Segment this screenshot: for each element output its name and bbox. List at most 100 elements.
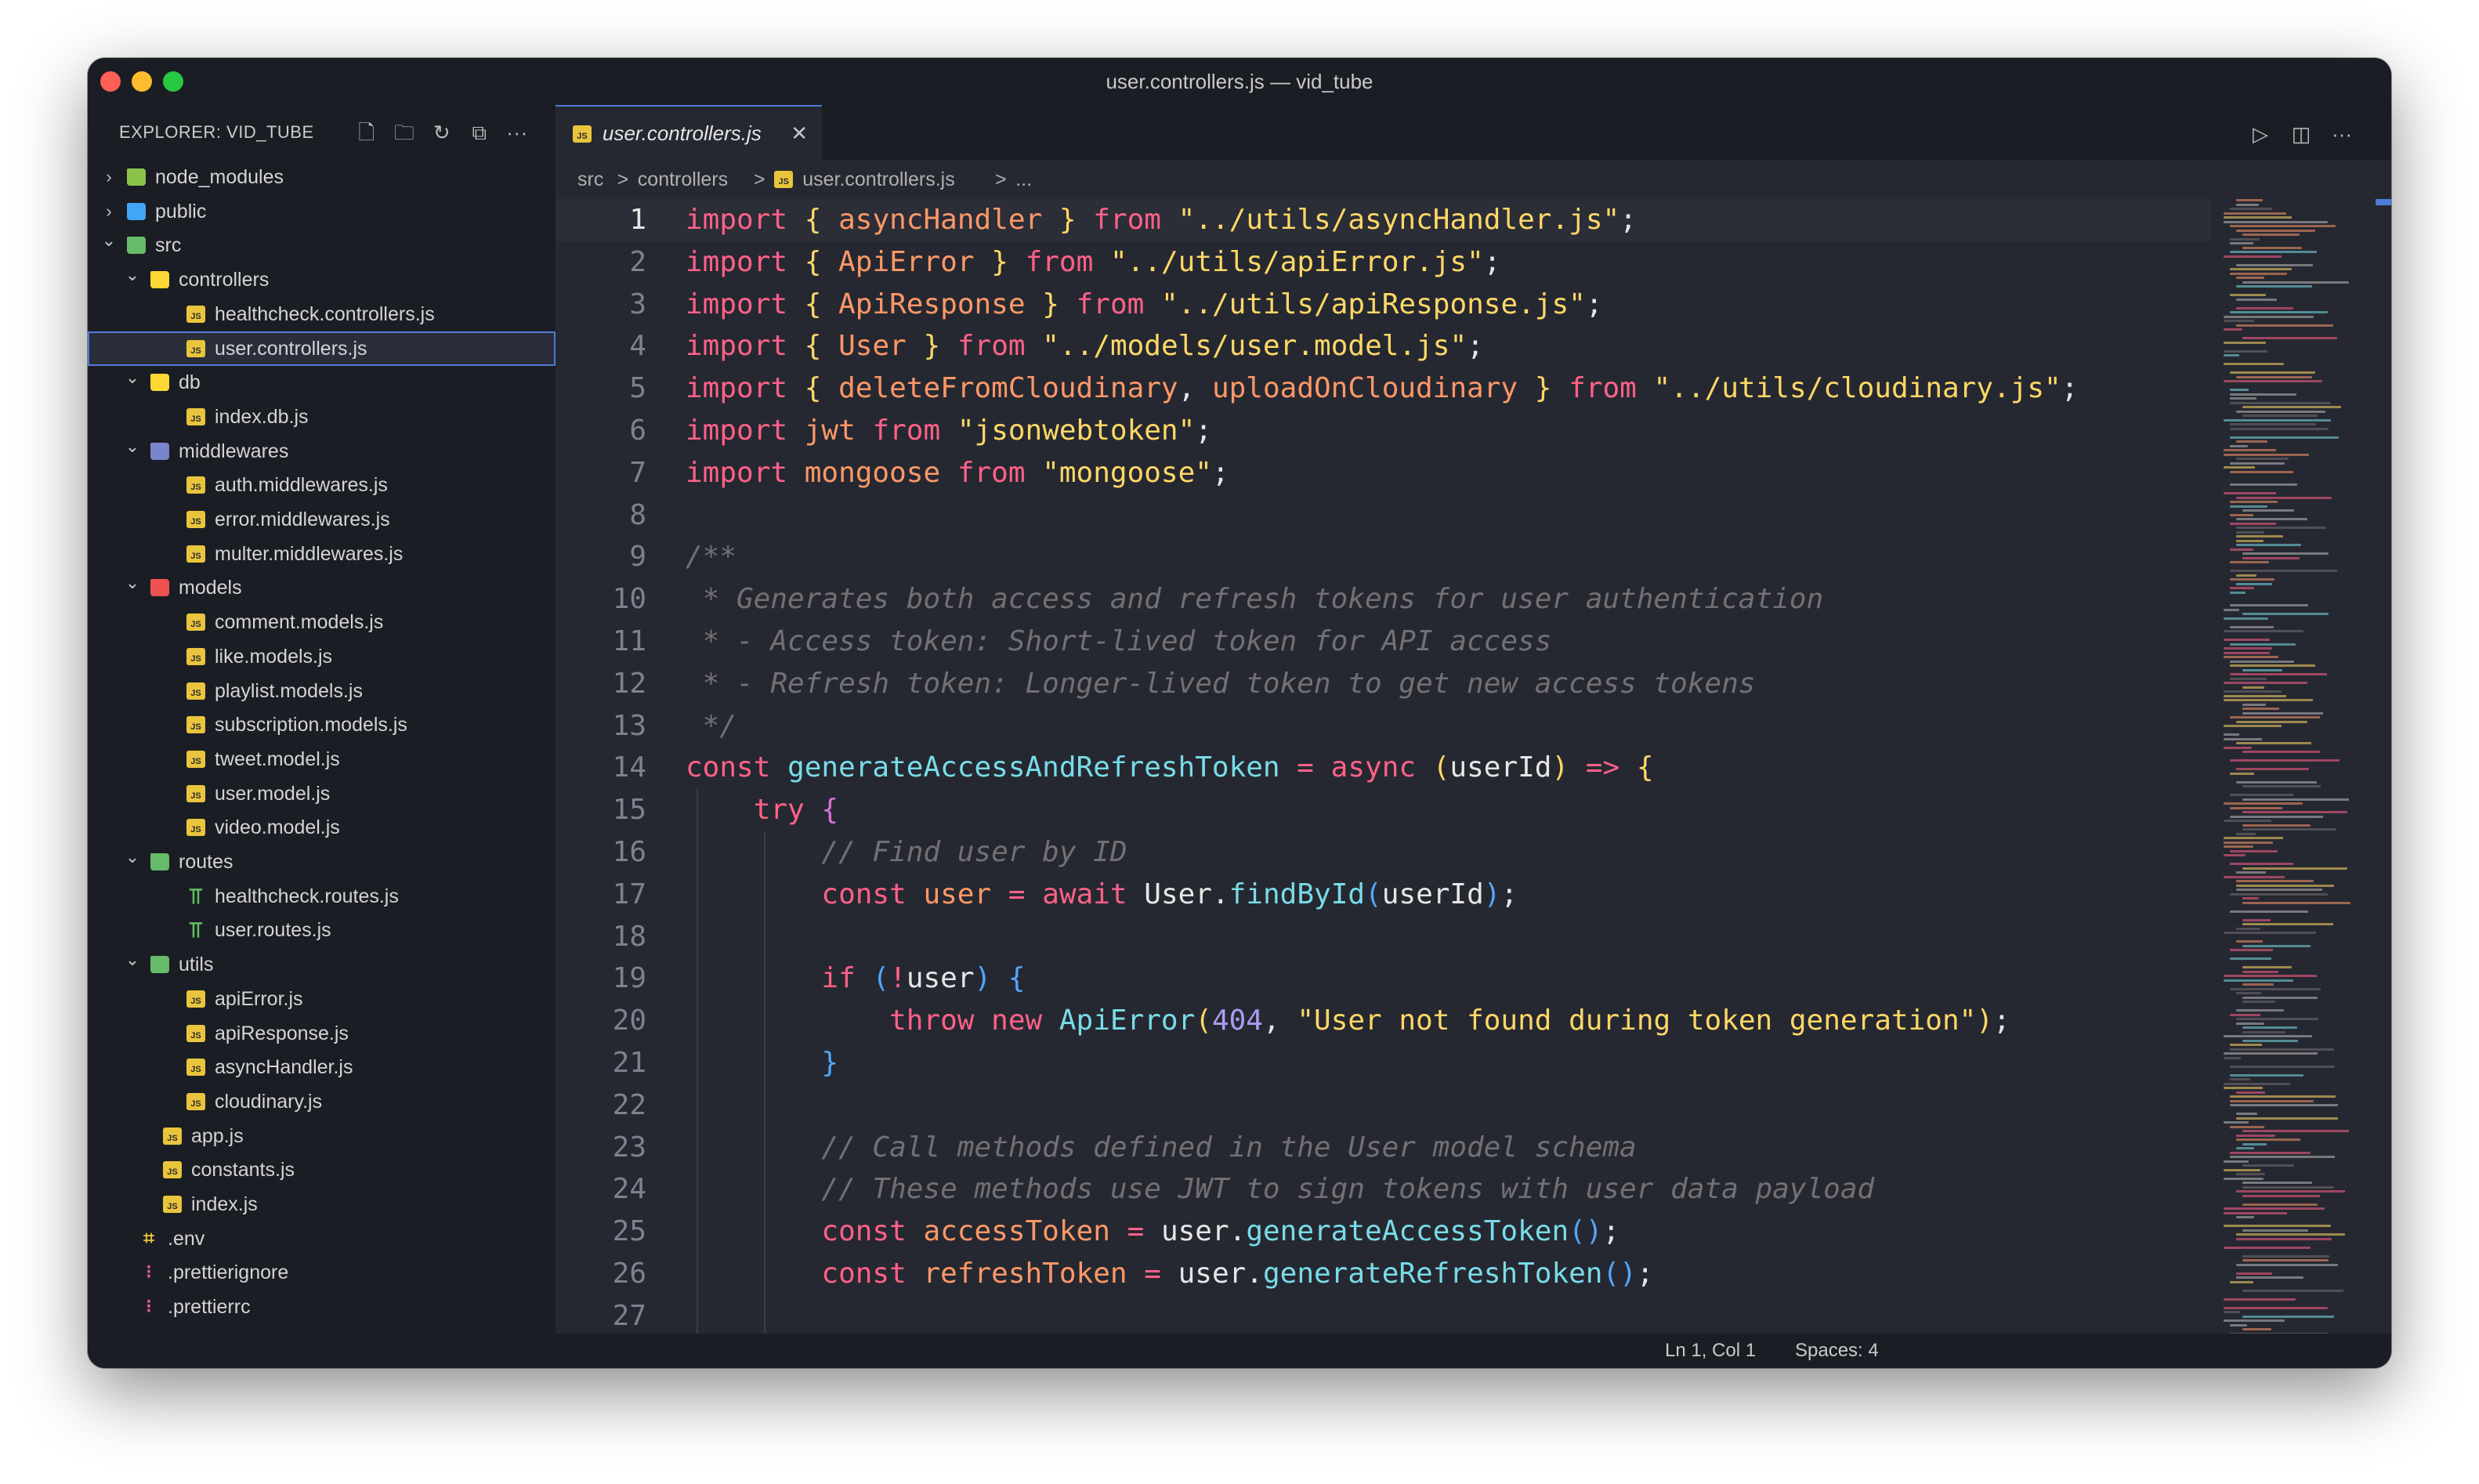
code-line[interactable]: 9 /** — [556, 536, 2211, 578]
more-icon[interactable]: ··· — [2329, 121, 2355, 147]
code-line[interactable]: 20 throw new ApiError(404, "User not fou… — [556, 1000, 2211, 1042]
code-line[interactable]: 14 const generateAccessAndRefreshToken = … — [556, 747, 2211, 789]
minimap-line — [2242, 867, 2348, 870]
code-line[interactable]: 11 * - Access token: Short-lived token f… — [556, 621, 2211, 663]
folder-models[interactable]: ⌄ models — [88, 570, 556, 605]
collapse-all-icon[interactable]: ⧉ — [466, 119, 493, 146]
file-tweet-model-js[interactable]: JS tweet.model.js — [88, 742, 556, 776]
folder-db[interactable]: ⌄ db — [88, 365, 556, 400]
file-constants-js[interactable]: JS constants.js — [88, 1153, 556, 1187]
breadcrumb-item[interactable]: user.controllers.js — [802, 160, 955, 199]
cursor-position[interactable]: Ln 1, Col 1 — [1665, 1334, 1756, 1368]
code-line[interactable]: 17 const user = await User.findById(user… — [556, 874, 2211, 916]
breadcrumb-item[interactable]: src — [577, 160, 603, 199]
minimap-line — [2224, 1121, 2249, 1124]
split-editor-icon[interactable]: ◫ — [2288, 121, 2314, 147]
file-user-controllers-js[interactable]: JS user.controllers.js — [88, 331, 556, 366]
file-healthcheck-controllers-js[interactable]: JS healthcheck.controllers.js — [88, 297, 556, 331]
breadcrumb-item[interactable]: controllers — [638, 160, 728, 199]
new-file-icon[interactable]: 🗋 — [353, 119, 380, 146]
file-env[interactable]: ⌗ .env — [88, 1222, 556, 1256]
code-line[interactable]: 26 const refreshToken = user.generateRef… — [556, 1253, 2211, 1295]
code-line[interactable]: 2 import { ApiError } from "../utils/apiE… — [556, 241, 2211, 284]
code-line[interactable]: 5 import { deleteFromCloudinary, uploadOn… — [556, 367, 2211, 410]
file-subscription-models-js[interactable]: JS subscription.models.js — [88, 708, 556, 742]
code-line[interactable]: 23 // Call methods defined in the User m… — [556, 1127, 2211, 1169]
chevron-down-icon[interactable]: ⌄ — [121, 845, 144, 879]
file-asynchandler-js[interactable]: JS asyncHandler.js — [88, 1050, 556, 1084]
code-line[interactable]: 8 — [556, 494, 2211, 537]
breadcrumb-item[interactable]: ... — [1015, 160, 1032, 199]
file-healthcheck-routes-js[interactable]: ⫪ healthcheck.routes.js — [88, 879, 556, 914]
file-prettierignore[interactable]: ⁝ .prettierignore — [88, 1255, 556, 1290]
file-apierror-js[interactable]: JS apiError.js — [88, 982, 556, 1016]
code-token: ; — [1636, 1258, 1654, 1290]
file-user-routes-js[interactable]: ⫪ user.routes.js — [88, 913, 556, 947]
close-icon[interactable]: ✕ — [791, 107, 808, 160]
code-line[interactable]: 1 import { asyncHandler } from "../utils/… — [556, 199, 2211, 241]
chevron-down-icon[interactable]: ⌄ — [121, 570, 144, 605]
code-line[interactable]: 18 — [556, 916, 2211, 958]
file-auth-middlewares-js[interactable]: JS auth.middlewares.js — [88, 468, 556, 502]
code-token: async — [1330, 751, 1417, 784]
code-line[interactable]: 27 — [556, 1295, 2211, 1334]
zoom-window-button[interactable] — [163, 71, 183, 92]
folder-routes[interactable]: ⌄ routes — [88, 845, 556, 879]
code-line[interactable]: 4 import { User } from "../models/user.mo… — [556, 325, 2211, 367]
code-line[interactable]: 16 // Find user by ID — [556, 831, 2211, 874]
scrollbar-thumb[interactable] — [2376, 199, 2391, 205]
file-prettierrc[interactable]: ⁝ .prettierrc — [88, 1290, 556, 1324]
folder-node-modules[interactable]: › node_modules — [88, 160, 556, 194]
minimap-line — [2242, 966, 2292, 968]
file-multer-middlewares-js[interactable]: JS multer.middlewares.js — [88, 537, 556, 571]
chevron-right-icon[interactable]: › — [97, 194, 121, 229]
code-line[interactable]: 6 import jwt from "jsonwebtoken"; — [556, 410, 2211, 452]
folder-public[interactable]: › public — [88, 194, 556, 229]
minimize-window-button[interactable] — [132, 71, 152, 92]
folder-controllers[interactable]: ⌄ controllers — [88, 262, 556, 297]
code-line[interactable]: 24 // These methods use JWT to sign toke… — [556, 1168, 2211, 1211]
code-line[interactable]: 13 */ — [556, 705, 2211, 747]
chevron-right-icon[interactable]: › — [97, 160, 121, 194]
run-icon[interactable]: ▷ — [2247, 121, 2274, 147]
file-user-model-js[interactable]: JS user.model.js — [88, 776, 556, 811]
new-folder-icon[interactable]: 🗀 — [391, 119, 418, 146]
code-text: // These methods use JWT to sign tokens … — [686, 1168, 1874, 1211]
code-line[interactable]: 19 if (!user) { — [556, 957, 2211, 1000]
more-icon[interactable]: ··· — [504, 119, 530, 146]
file-index-js[interactable]: JS index.js — [88, 1187, 556, 1222]
indentation-setting[interactable]: Spaces: 4 — [1795, 1334, 1879, 1368]
code-token: ApiError — [1059, 1004, 1196, 1037]
code-line[interactable]: 22 — [556, 1084, 2211, 1127]
file-video-model-js[interactable]: JS video.model.js — [88, 810, 556, 845]
chevron-down-icon[interactable]: ⌄ — [121, 365, 144, 400]
minimap-line — [2230, 604, 2309, 606]
tab-user-controllers[interactable]: JS user.controllers.js ✕ — [556, 105, 822, 160]
code-line[interactable]: 12 * - Refresh token: Longer-lived token… — [556, 663, 2211, 705]
code-editor[interactable]: 1 import { asyncHandler } from "../utils/… — [556, 199, 2211, 1334]
file-index-db-js[interactable]: JS index.db.js — [88, 400, 556, 434]
code-line[interactable]: 7 import mongoose from "mongoose"; — [556, 452, 2211, 494]
chevron-down-icon[interactable]: ⌄ — [121, 434, 144, 469]
chevron-down-icon[interactable]: ⌄ — [121, 947, 144, 982]
file-error-middlewares-js[interactable]: JS error.middlewares.js — [88, 502, 556, 537]
folder-middlewares[interactable]: ⌄ middlewares — [88, 434, 556, 469]
file-apiresponse-js[interactable]: JS apiResponse.js — [88, 1016, 556, 1051]
code-line[interactable]: 25 const accessToken = user.generateAcce… — [556, 1211, 2211, 1253]
code-line[interactable]: 21 } — [556, 1042, 2211, 1084]
minimap[interactable] — [2219, 199, 2376, 1361]
file-comment-models-js[interactable]: JS comment.models.js — [88, 605, 556, 639]
file-playlist-models-js[interactable]: JS playlist.models.js — [88, 674, 556, 708]
folder-src[interactable]: ⌄ src — [88, 228, 556, 262]
file-cloudinary-js[interactable]: JS cloudinary.js — [88, 1084, 556, 1119]
code-line[interactable]: 3 import { ApiResponse } from "../utils/a… — [556, 284, 2211, 326]
folder-utils[interactable]: ⌄ utils — [88, 947, 556, 982]
chevron-down-icon[interactable]: ⌄ — [121, 262, 144, 297]
file-like-models-js[interactable]: JS like.models.js — [88, 639, 556, 674]
chevron-down-icon[interactable]: ⌄ — [97, 228, 121, 262]
code-line[interactable]: 10 * Generates both access and refresh t… — [556, 578, 2211, 621]
file-app-js[interactable]: JS app.js — [88, 1119, 556, 1153]
close-window-button[interactable] — [100, 71, 121, 92]
code-line[interactable]: 15 try { — [556, 789, 2211, 831]
refresh-icon[interactable]: ↻ — [429, 119, 455, 146]
